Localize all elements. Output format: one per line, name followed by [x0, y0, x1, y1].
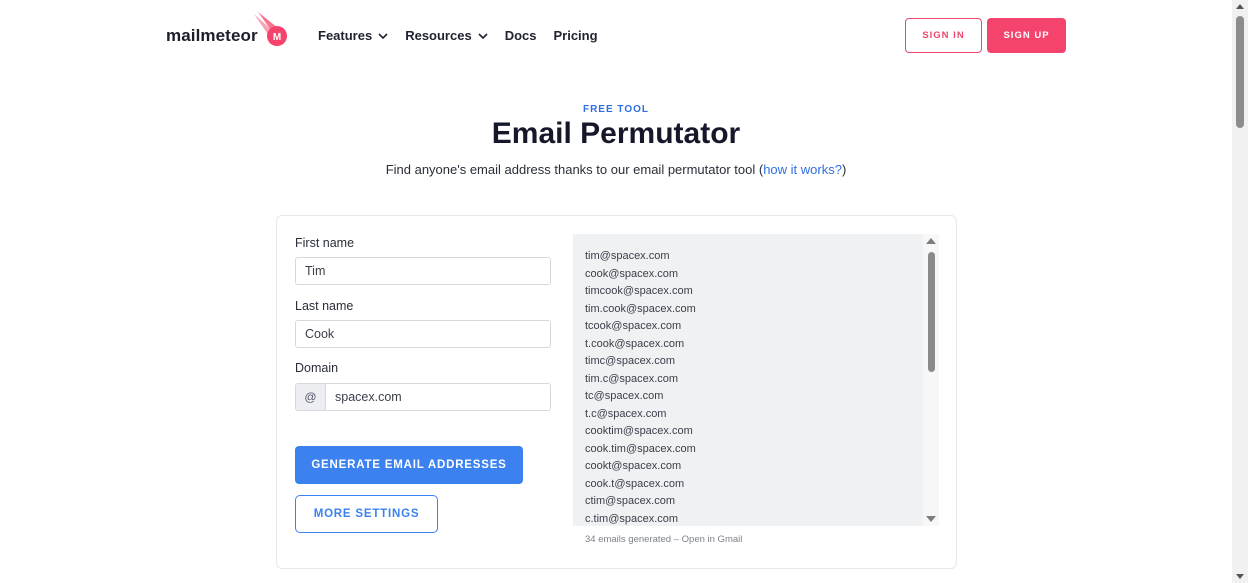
email-result-item: cook.tim@spacex.com	[585, 442, 696, 455]
email-result-item: cookt@spacex.com	[585, 460, 682, 472]
more-settings-button[interactable]: MORE SETTINGS	[295, 495, 438, 533]
email-result-item: timcook@spacex.com	[585, 285, 693, 297]
last-name-label: Last name	[295, 299, 354, 313]
domain-input[interactable]: spacex.com	[326, 384, 550, 410]
permutator-card: First name Tim Last name Cook Domain @ s…	[276, 215, 957, 569]
nav-resources-label: Resources	[405, 28, 472, 43]
email-result-item: ctim@spacex.com	[585, 495, 676, 507]
results-scroll-thumb[interactable]	[928, 252, 935, 372]
email-result-item: cook@spacex.com	[585, 267, 679, 280]
email-result-item: cooktim@spacex.com	[585, 425, 693, 437]
email-result-item: c.tim@spacex.com	[585, 512, 679, 525]
nav-features-label: Features	[318, 28, 373, 43]
at-prefix: @	[296, 384, 326, 410]
nav-features[interactable]: Features	[318, 28, 388, 43]
email-result-item: t.cook@spacex.com	[585, 337, 685, 350]
logo-text: mailmeteor	[166, 26, 258, 45]
sign-up-button[interactable]: SIGN UP	[987, 18, 1066, 53]
sign-in-button[interactable]: SIGN IN	[905, 18, 982, 53]
subtitle-end: )	[841, 162, 847, 177]
email-result-item: tc@spacex.com	[585, 390, 664, 402]
nav-pricing-label: Pricing	[553, 28, 598, 43]
emails-generated-note: 34 emails generated – Open in Gmail	[585, 534, 743, 545]
page-scroll-down-icon[interactable]	[1236, 574, 1244, 579]
nav-pricing[interactable]: Pricing	[553, 28, 597, 43]
nav-docs-label: Docs	[504, 28, 537, 43]
email-result-item: tcook@spacex.com	[585, 320, 682, 332]
generate-email-addresses-button[interactable]: GENERATE EMAIL ADDRESSES	[295, 446, 523, 484]
domain-field: @ spacex.com	[295, 383, 551, 411]
eyebrow-label: FREE TOOL	[582, 104, 650, 115]
email-result-item: tim.c@spacex.com	[585, 372, 679, 385]
meteor-logo-icon: M	[254, 12, 287, 46]
logo[interactable]: mailmeteor M	[166, 12, 287, 46]
page-scroll-thumb[interactable]	[1236, 16, 1244, 128]
chevron-down-icon	[478, 32, 488, 39]
results-scrollbar[interactable]	[923, 234, 939, 526]
email-result-item: tim.cook@spacex.com	[585, 302, 696, 315]
nav-resources[interactable]: Resources	[405, 28, 488, 43]
email-result-item: tim@spacex.com	[585, 250, 670, 262]
page-subtitle: Find anyone's email address thanks to ou…	[0, 162, 1232, 177]
last-name-input[interactable]: Cook	[295, 320, 551, 348]
page-scrollbar[interactable]	[1232, 0, 1248, 583]
first-name-label: First name	[295, 236, 355, 250]
email-results-list: tim@spacex.com cook@spacex.com timcook@spa…	[585, 248, 696, 526]
scroll-down-arrow-icon[interactable]	[926, 516, 936, 522]
results-textarea[interactable]: tim@spacex.com cook@spacex.com timcook@spa…	[573, 234, 939, 526]
first-name-input[interactable]: Tim	[295, 257, 551, 285]
domain-label: Domain	[295, 361, 339, 375]
page-scroll-up-icon[interactable]	[1236, 4, 1244, 9]
scroll-up-arrow-icon[interactable]	[926, 238, 936, 244]
main-nav: Features Resources Docs Pricing	[318, 28, 615, 43]
email-result-item: cook.t@spacex.com	[585, 477, 685, 490]
email-result-item: timc@spacex.com	[585, 355, 676, 367]
svg-text:M: M	[273, 32, 281, 43]
page-title: Email Permutator	[491, 117, 741, 150]
how-it-works-link[interactable]: how it works?	[763, 162, 842, 177]
site-header: mailmeteor M Features Resources Docs Pri…	[0, 0, 1232, 72]
subtitle-text: Find anyone's email address thanks to ou…	[385, 162, 764, 177]
chevron-down-icon	[378, 32, 388, 39]
nav-docs[interactable]: Docs	[505, 28, 537, 43]
email-result-item: t.c@spacex.com	[585, 407, 667, 420]
